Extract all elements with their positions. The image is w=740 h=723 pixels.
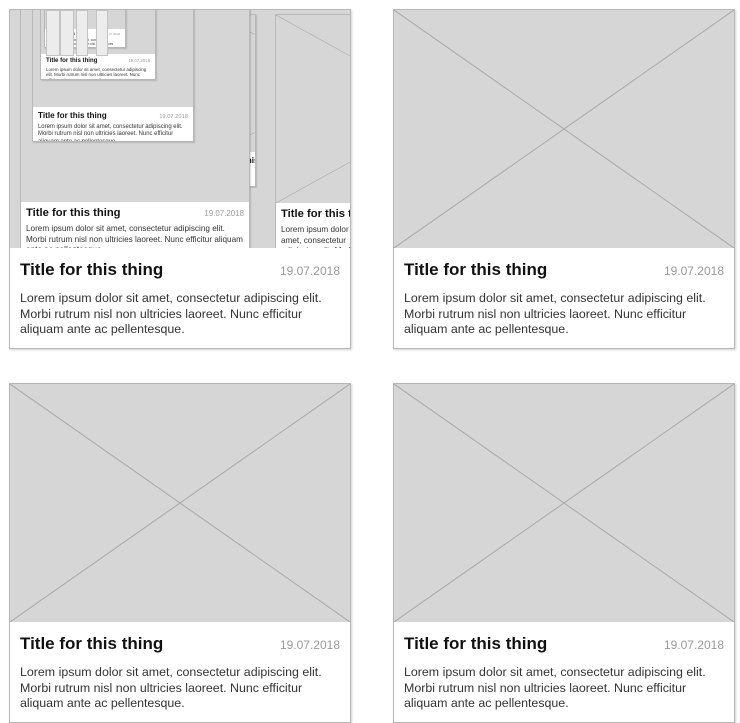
nested-card-body: Title for this thing 19.07.2018 Lorem ipsu… bbox=[33, 107, 193, 141]
nested-card-date: 19.07.2018 bbox=[159, 114, 188, 120]
card-2[interactable]: Title for this thing 19.07.2018 Lorem ip… bbox=[393, 9, 735, 349]
nested-card-title: Title for this thing bbox=[38, 111, 107, 120]
card-title: Title for this thing bbox=[404, 634, 548, 653]
card-body: Title for this thing 19.07.2018 Lorem ip… bbox=[10, 622, 350, 722]
card-preview-image: Title for this thing 19.07.2018 Lorem ipsu… bbox=[10, 10, 350, 248]
image-placeholder-icon bbox=[276, 15, 350, 203]
card-body: Title for this thing 19.07.2018 Lorem ip… bbox=[394, 248, 734, 348]
image-placeholder-icon bbox=[394, 10, 734, 248]
card-description: Lorem ipsum dolor sit amet, consectetur … bbox=[20, 291, 322, 336]
nested-card-body: Title for this thing 19.07.2018 Lorem ipsu… bbox=[41, 54, 155, 79]
card-3[interactable]: Title for this thing 19.07.2018 Lorem ip… bbox=[9, 383, 351, 723]
nested-card-preview bbox=[46, 10, 60, 56]
nested-card-date: 19.07.2018 bbox=[128, 58, 150, 63]
card-date: 19.07.2018 bbox=[279, 264, 340, 278]
nested-card-preview: Title for this thing19.07.2018Lorem ipsu… bbox=[275, 14, 350, 248]
nested-card-preview bbox=[96, 10, 108, 56]
nested-card-body: Title for this thing19.07.2018Lorem ipsu… bbox=[276, 203, 350, 248]
nested-card-image bbox=[276, 15, 350, 203]
image-placeholder-icon bbox=[10, 384, 350, 622]
card-1[interactable]: Title for this thing 19.07.2018 Lorem ipsu… bbox=[9, 9, 351, 349]
card-body: Title for this thing 19.07.2018 Lorem ip… bbox=[394, 622, 734, 722]
nested-card-title: Title for this thing bbox=[281, 208, 350, 220]
nested-card-description: Lorem ipsum dolor sit amet, consectetur … bbox=[38, 123, 183, 142]
card-body: Title for this thing 19.07.2018 Lorem ip… bbox=[10, 248, 350, 348]
card-date: 19.07.2018 bbox=[663, 264, 724, 278]
card-date: 19.07.2018 bbox=[663, 638, 724, 652]
card-description: Lorem ipsum dolor sit amet, consectetur … bbox=[404, 665, 706, 710]
card-description: Lorem ipsum dolor sit amet, consectetur … bbox=[20, 665, 322, 710]
card-4[interactable]: Title for this thing 19.07.2018 Lorem ip… bbox=[393, 383, 735, 723]
card-title: Title for this thing bbox=[404, 260, 548, 279]
card-description: Lorem ipsum dolor sit amet, consectetur … bbox=[404, 291, 706, 336]
card-title: Title for this thing bbox=[20, 634, 164, 653]
nested-card-preview bbox=[60, 10, 74, 56]
nested-card-title: Title for this thing bbox=[26, 207, 121, 219]
nested-card-description: Lorem ipsum dolor sit amet, consectetur … bbox=[26, 224, 243, 248]
nested-card-description: Lorem ipsum dolor sit amet, consectetur … bbox=[46, 66, 147, 79]
nested-card-date: 19.07.2018 bbox=[204, 209, 244, 218]
card-date: 19.07.2018 bbox=[279, 638, 340, 652]
nested-card-description: Lorem ipsum dolor sit amet, consectetur … bbox=[281, 225, 350, 248]
image-placeholder-icon bbox=[394, 384, 734, 622]
nested-card-body: Title for this thing 19.07.2018 Lorem ipsu… bbox=[21, 202, 249, 248]
card-title: Title for this thing bbox=[20, 260, 164, 279]
nested-card-title: Title for this thing bbox=[46, 57, 98, 64]
nested-card-preview bbox=[76, 10, 88, 56]
